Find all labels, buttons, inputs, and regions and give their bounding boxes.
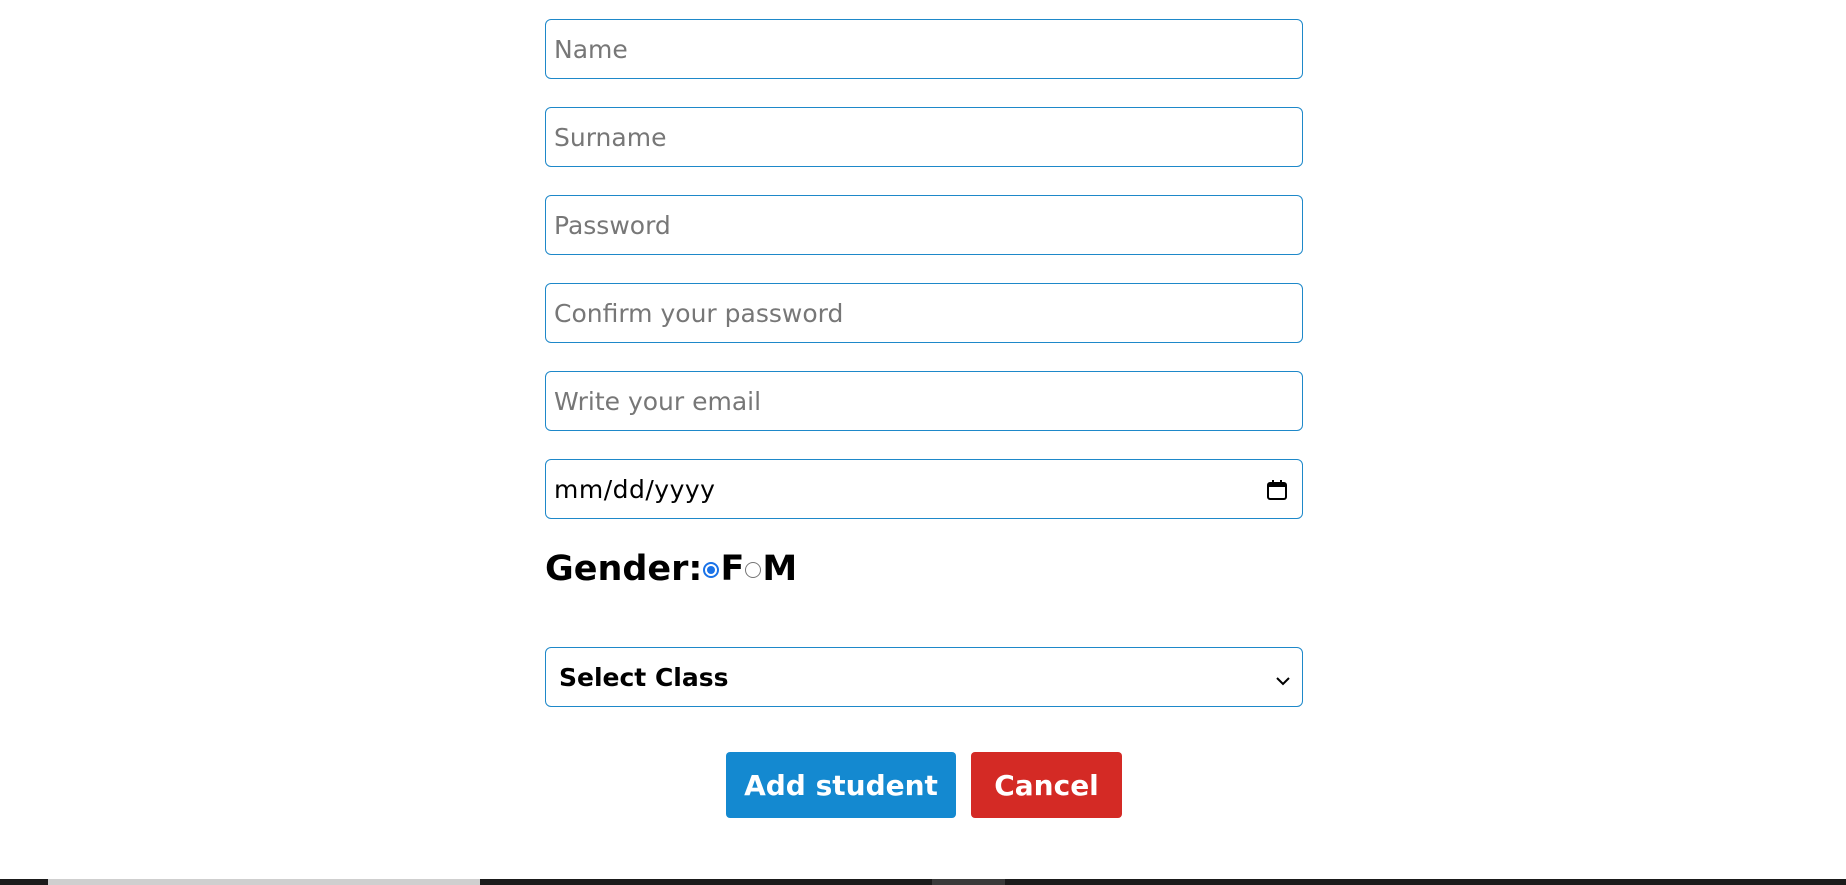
confirm-password-input[interactable] bbox=[545, 283, 1303, 343]
class-select-value: Select Class bbox=[559, 662, 729, 692]
cancel-button[interactable]: Cancel bbox=[971, 752, 1122, 818]
gender-f-label: F bbox=[720, 549, 745, 589]
name-input[interactable] bbox=[545, 19, 1303, 79]
bottom-scroll-strip bbox=[0, 879, 1846, 885]
calendar-icon[interactable] bbox=[1266, 478, 1288, 500]
gender-m-label: M bbox=[762, 549, 798, 589]
gender-f-radio[interactable] bbox=[703, 562, 720, 578]
scroll-segment-mid bbox=[932, 879, 1005, 885]
gender-label: Gender: bbox=[545, 549, 703, 589]
gender-group: Gender: F M bbox=[545, 546, 797, 592]
password-input[interactable] bbox=[545, 195, 1303, 255]
chevron-down-icon bbox=[1276, 663, 1290, 692]
surname-input[interactable] bbox=[545, 107, 1303, 167]
add-student-button[interactable]: Add student bbox=[726, 752, 956, 818]
date-placeholder: mm/dd/yyyy bbox=[554, 474, 716, 504]
email-input[interactable] bbox=[545, 371, 1303, 431]
birthdate-input[interactable]: mm/dd/yyyy bbox=[545, 459, 1303, 519]
class-select[interactable]: Select Class bbox=[545, 647, 1303, 707]
scroll-segment-light bbox=[48, 879, 480, 885]
gender-m-radio[interactable] bbox=[745, 562, 762, 578]
